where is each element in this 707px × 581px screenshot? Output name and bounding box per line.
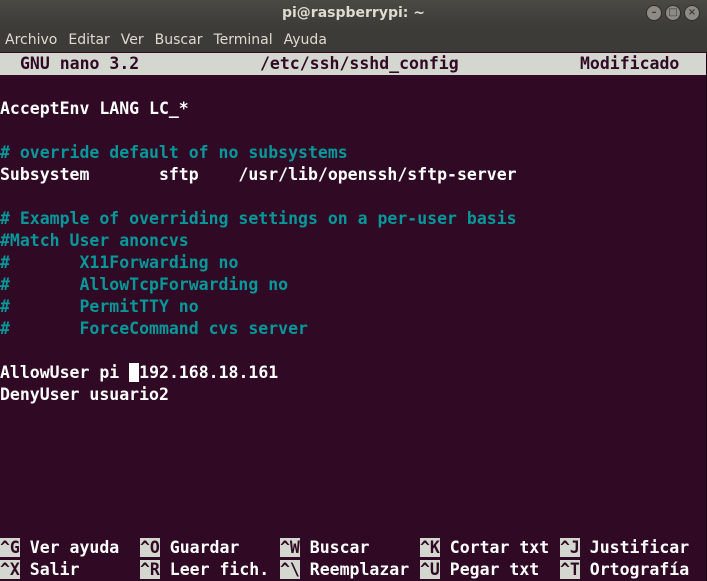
title-bar[interactable]: pi@raspberrypi: ~ – □ × [0,0,707,28]
menu-bar: Archivo Editar Ver Buscar Terminal Ayuda [0,28,707,52]
shortcut-label: Ortografía [579,560,690,579]
shortcut-justify[interactable]: ^J Justificar [560,537,689,559]
maximize-button[interactable]: □ [665,5,681,21]
terminal-area[interactable]: GNU nano 3.2 /etc/ssh/sshd_config Modifi… [0,52,707,581]
shortcut-key: ^J [560,538,580,557]
close-button[interactable]: × [684,5,700,21]
menu-terminal[interactable]: Terminal [213,32,278,48]
shortcut-key: ^X [0,560,20,579]
shortcut-label: Salir [19,560,80,579]
nano-version: GNU nano 3.2 [20,54,140,73]
shortcut-label: Cortar txt [439,538,550,557]
editor-line-comment: # ForceCommand cvs server [0,319,308,338]
nano-filename: /etc/ssh/sshd_config [260,54,459,73]
minimize-button[interactable]: – [646,5,662,21]
window-controls: – □ × [646,5,700,21]
editor-line-comment: # override default of no subsystems [0,143,348,162]
editor-line-cursor: AllowUser pi 192.168.18.161 [0,362,278,384]
shortcut-key: ^K [420,538,440,557]
editor-line-comment: # AllowTcpForwarding no [0,275,289,294]
shortcut-read-file[interactable]: ^R Leer fich. [140,559,269,581]
nano-status: Modificado [580,54,680,73]
nano-header: GNU nano 3.2 /etc/ssh/sshd_config Modifi… [0,53,707,75]
menu-editar[interactable]: Editar [68,32,115,48]
shortcut-label: Buscar [299,538,370,557]
shortcut-key: ^\ [280,560,300,579]
shortcut-replace[interactable]: ^\ Reemplazar [280,559,409,581]
shortcut-key: ^W [280,538,300,557]
menu-archivo[interactable]: Archivo [5,32,63,48]
menu-buscar[interactable]: Buscar [155,32,209,48]
shortcut-search[interactable]: ^W Buscar [280,537,369,559]
shortcut-key: ^R [140,560,160,579]
text-cursor [129,363,140,382]
shortcut-key: ^T [560,560,580,579]
shortcut-paste[interactable]: ^U Pegar txt [420,559,539,581]
shortcut-label: Reemplazar [299,560,410,579]
menu-ayuda[interactable]: Ayuda [284,32,333,48]
shortcut-key: ^G [0,538,20,557]
shortcut-spellcheck[interactable]: ^T Ortografía [560,559,689,581]
terminal-window: pi@raspberrypi: ~ – □ × Archivo Editar V… [0,0,707,581]
shortcut-label: Guardar [159,538,240,557]
menu-ver[interactable]: Ver [121,32,150,48]
editor-line-comment: # Example of overriding settings on a pe… [0,209,517,228]
shortcut-label: Justificar [579,538,690,557]
editor-line: AcceptEnv LANG LC_* [0,99,189,118]
shortcut-key: ^U [420,560,440,579]
shortcut-label: Pegar txt [439,560,540,579]
shortcut-save[interactable]: ^O Guardar [140,537,239,559]
shortcut-help[interactable]: ^G Ver ayuda [0,537,119,559]
editor-line-comment: # X11Forwarding no [0,253,239,272]
editor-line: Subsystem sftp /usr/lib/openssh/sftp-ser… [0,165,517,184]
shortcut-exit[interactable]: ^X Salir [0,559,79,581]
editor-line-text: AllowUser pi [0,363,130,382]
editor-line-text-rest: 192.168.18.161 [139,363,279,382]
shortcut-key: ^O [140,538,160,557]
shortcut-cut[interactable]: ^K Cortar txt [420,537,549,559]
window-title: pi@raspberrypi: ~ [281,5,425,21]
editor-line-comment: #Match User anoncvs [0,231,189,250]
shortcut-label: Ver ayuda [19,538,120,557]
editor-line-comment: # PermitTTY no [0,297,199,316]
editor-line: DenyUser usuario2 [0,385,169,404]
shortcut-label: Leer fich. [159,560,270,579]
